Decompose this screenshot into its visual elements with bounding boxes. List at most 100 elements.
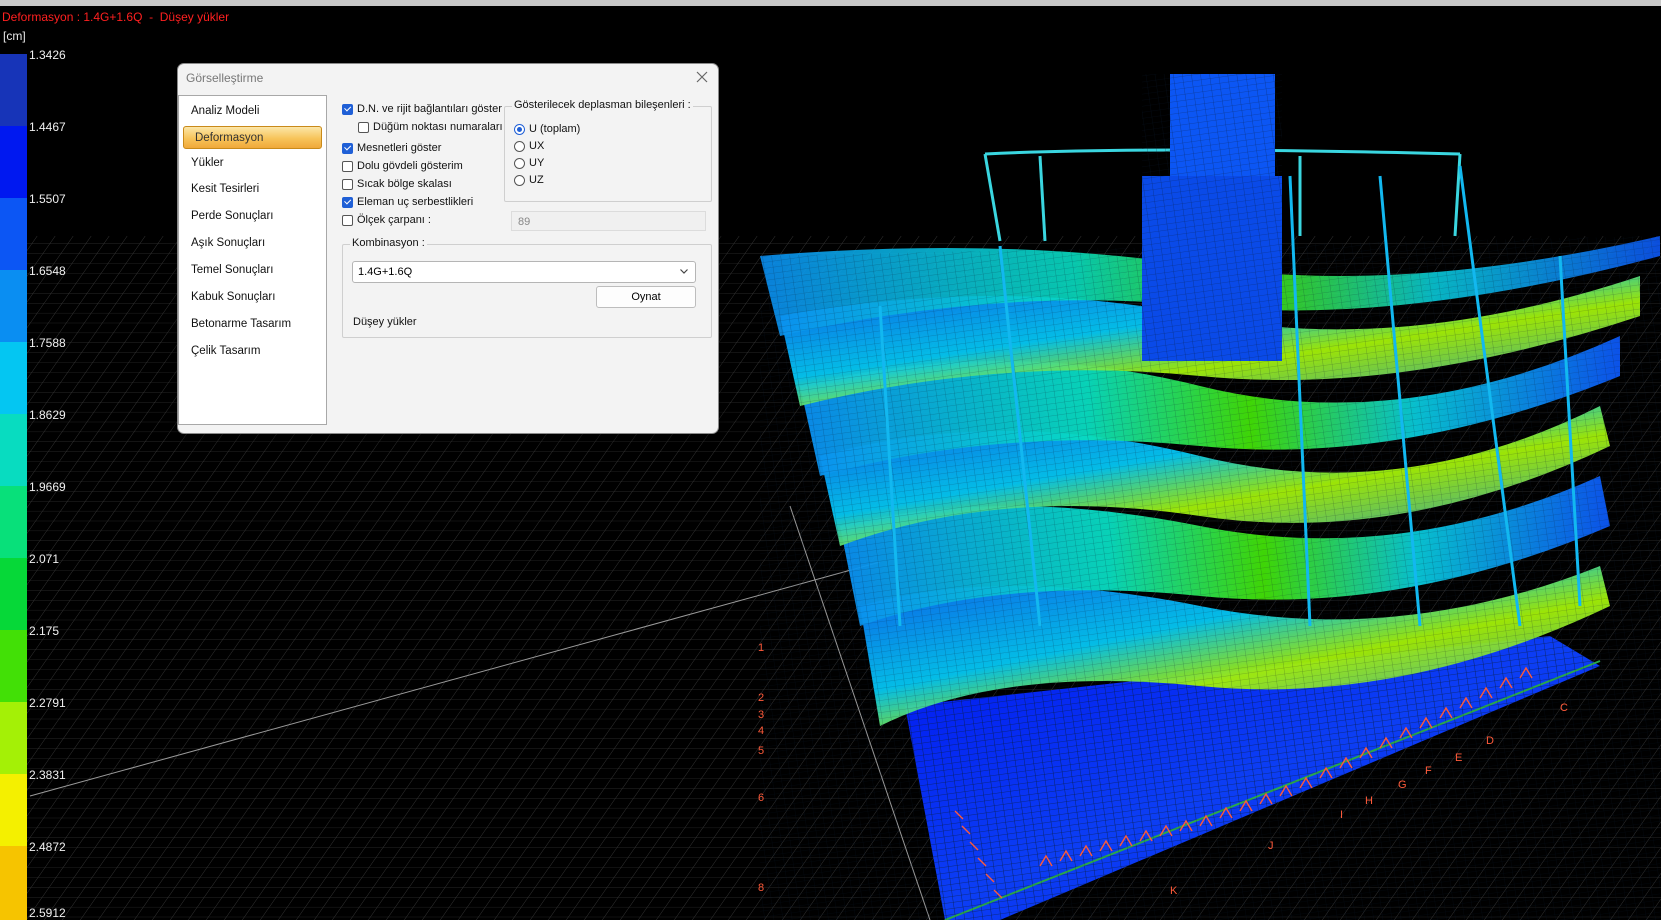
svg-text:3: 3 xyxy=(758,709,764,721)
legend-tick-label: 1.4467 xyxy=(29,120,66,134)
nav-item-wall-results[interactable]: Perde Sonuçları xyxy=(180,205,319,228)
close-icon[interactable] xyxy=(694,69,710,85)
nav-item-deformation[interactable]: Deformasyon xyxy=(183,126,322,149)
legend-tick-label: 2.071 xyxy=(29,552,60,566)
displacement-group-label: Gösterilecek deplasman bileşenleri : xyxy=(512,99,693,111)
combination-description: Düşey yükler xyxy=(353,316,417,328)
checkbox-box xyxy=(342,160,353,172)
svg-text:8: 8 xyxy=(758,882,764,894)
combination-group-label: Kombinasyon : xyxy=(350,237,427,249)
play-button[interactable]: Oynat xyxy=(596,286,696,308)
legend-color-band xyxy=(0,630,27,702)
visualization-dialog: Görselleştirme Analiz Modeli Deformasyon… xyxy=(177,63,719,434)
checkbox-box xyxy=(342,178,353,190)
checkbox-label: Sıcak bölge skalası xyxy=(357,178,452,190)
checkbox-label: Mesnetleri göster xyxy=(357,142,442,154)
legend-color-band xyxy=(0,558,27,630)
radio-dot xyxy=(514,140,525,152)
nav-item-shell-results[interactable]: Kabuk Sonuçları xyxy=(180,286,319,309)
nav-item-analysis-model[interactable]: Analiz Modeli xyxy=(180,100,319,123)
radio-dot xyxy=(514,174,525,186)
svg-text:F: F xyxy=(1425,765,1432,777)
chevron-down-icon xyxy=(680,269,688,274)
end-releases-checkbox[interactable]: Eleman uç serbestlikleri xyxy=(342,194,473,210)
combination-dropdown[interactable]: 1.4G+1.6Q xyxy=(352,261,696,283)
combination-selected-value: 1.4G+1.6Q xyxy=(358,266,413,278)
legend-color-band xyxy=(0,270,27,342)
checkbox-box xyxy=(342,214,353,226)
legend-color-band xyxy=(0,486,27,558)
legend-tick-label: 2.3831 xyxy=(29,768,66,782)
legend-tick-label: 1.7588 xyxy=(29,336,66,350)
legend-tick-label: 1.6548 xyxy=(29,264,66,278)
legend-tick-label: 1.3426 xyxy=(29,48,66,62)
svg-text:C: C xyxy=(1560,702,1568,714)
checkbox-box xyxy=(342,196,353,208)
svg-text:G: G xyxy=(1398,779,1407,791)
legend-color-band xyxy=(0,126,27,198)
legend-color-band xyxy=(0,702,27,774)
checkbox-box xyxy=(342,103,353,115)
radio-u-total[interactable]: U (toplam) xyxy=(514,121,580,137)
nav-item-steel-design[interactable]: Çelik Tasarım xyxy=(180,340,319,363)
svg-text:I: I xyxy=(1340,809,1343,821)
checkbox-label: Düğüm noktası numaraları xyxy=(373,121,503,133)
legend-color-band xyxy=(0,342,27,414)
svg-text:4: 4 xyxy=(758,725,764,737)
legend-tick-label: 2.5912 xyxy=(29,906,66,920)
svg-text:1: 1 xyxy=(758,642,764,654)
scale-factor-checkbox[interactable]: Ölçek çarpanı : xyxy=(342,212,431,228)
radio-label: UY xyxy=(529,157,545,169)
nav-item-section-forces[interactable]: Kesit Tesirleri xyxy=(180,178,319,201)
legend-tick-label: 2.4872 xyxy=(29,840,66,854)
legend-tick-label: 2.175 xyxy=(29,624,60,638)
radio-label: UZ xyxy=(529,174,544,186)
svg-text:2: 2 xyxy=(758,692,764,704)
svg-text:5: 5 xyxy=(758,745,764,757)
radio-uz[interactable]: UZ xyxy=(514,172,544,188)
nav-item-loads[interactable]: Yükler xyxy=(180,152,319,175)
result-title: Deformasyon : 1.4G+1.6Q - Düşey yükler xyxy=(2,10,230,24)
unit-label: [cm] xyxy=(3,29,26,43)
solid-view-checkbox[interactable]: Dolu gövdeli gösterim xyxy=(342,158,463,174)
dialog-title: Görselleştirme xyxy=(186,71,264,85)
checkbox-label: Ölçek çarpanı : xyxy=(357,214,431,226)
nav-item-concrete-design[interactable]: Betonarme Tasarım xyxy=(180,313,319,336)
show-supports-checkbox[interactable]: Mesnetleri göster xyxy=(342,140,441,156)
legend-tick-label: 1.5507 xyxy=(29,192,66,206)
legend-color-band xyxy=(0,774,27,846)
show-nodes-checkbox[interactable]: D.N. ve rijit bağlantıları göster xyxy=(342,101,502,117)
checkbox-label: Eleman uç serbestlikleri xyxy=(357,196,474,208)
radio-dot xyxy=(514,157,525,169)
svg-text:H: H xyxy=(1365,795,1373,807)
nav-item-purlin-results[interactable]: Aşık Sonuçları xyxy=(180,232,319,255)
radio-ux[interactable]: UX xyxy=(514,138,544,154)
checkbox-box xyxy=(342,142,353,154)
svg-text:J: J xyxy=(1268,840,1274,852)
checkbox-label: Dolu gövdeli gösterim xyxy=(357,160,463,172)
nav-item-foundation-results[interactable]: Temel Sonuçları xyxy=(180,259,319,282)
svg-text:6: 6 xyxy=(758,792,764,804)
category-nav: Analiz Modeli Deformasyon Yükler Kesit T… xyxy=(178,95,327,425)
checkbox-box xyxy=(358,121,369,133)
node-numbers-checkbox[interactable]: Düğüm noktası numaraları xyxy=(358,119,503,135)
radio-label: UX xyxy=(529,140,545,152)
svg-text:K: K xyxy=(1170,885,1178,897)
legend-color-band xyxy=(0,414,27,486)
svg-text:E: E xyxy=(1455,752,1462,764)
legend-color-band xyxy=(0,54,27,126)
legend-color-band xyxy=(0,198,27,270)
checkbox-label: D.N. ve rijit bağlantıları göster xyxy=(357,103,502,115)
svg-text:D: D xyxy=(1486,735,1494,747)
radio-label: U (toplam) xyxy=(529,123,581,135)
radio-dot xyxy=(514,123,525,135)
legend-tick-label: 1.8629 xyxy=(29,408,66,422)
hot-zone-scale-checkbox[interactable]: Sıcak bölge skalası xyxy=(342,176,452,192)
legend-tick-label: 2.2791 xyxy=(29,696,66,710)
scale-factor-field[interactable]: 89 xyxy=(511,211,706,231)
core-wall xyxy=(1142,74,1282,361)
radio-uy[interactable]: UY xyxy=(514,155,544,171)
legend-tick-label: 1.9669 xyxy=(29,480,66,494)
legend-color-band xyxy=(0,846,27,920)
color-scale-legend xyxy=(0,54,28,920)
